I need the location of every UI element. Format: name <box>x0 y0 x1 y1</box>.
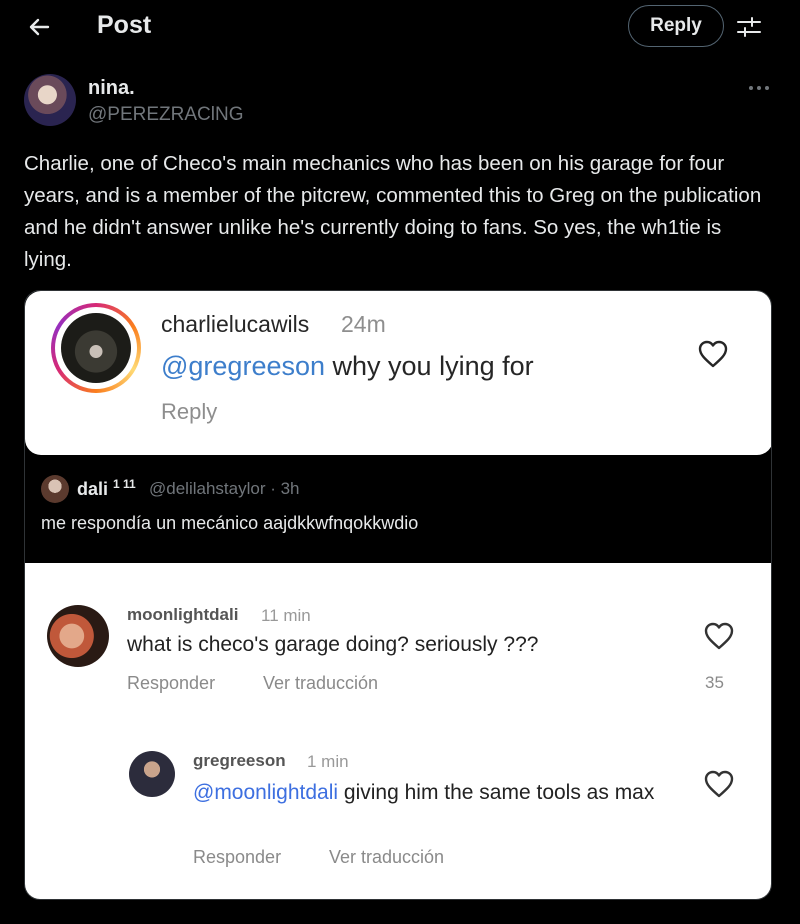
comment-text: @gregreeson why you lying for <box>161 351 534 382</box>
comment-username: charlielucawils <box>161 311 310 337</box>
comment-text: what is checo's garage doing? seriously … <box>127 633 539 656</box>
author-avatar[interactable] <box>24 74 76 126</box>
author-handle[interactable]: @PEREZRAClNG <box>88 104 243 126</box>
like-count: 35 <box>705 673 724 692</box>
story-ring <box>51 303 141 393</box>
reply-translate-link: Ver traducción <box>329 847 445 867</box>
header: Post Reply <box>0 0 800 54</box>
comment-translate-link: Ver traducción <box>263 673 379 693</box>
comment-username: moonlightdali <box>127 605 239 624</box>
avatar <box>61 313 131 383</box>
tweet-text: me respondía un mecánico aajdkkwfnqokkwd… <box>41 513 419 533</box>
heart-icon <box>704 770 734 798</box>
mention: @moonlightdali <box>193 781 339 804</box>
avatar <box>41 475 69 503</box>
more-options-icon[interactable] <box>747 78 771 98</box>
page-title: Post <box>97 11 152 39</box>
comment-time: 11 min <box>261 606 311 625</box>
author-name[interactable]: nina. <box>88 77 135 100</box>
reply-button[interactable]: Reply <box>628 5 724 47</box>
reply-time: 1 min <box>307 752 349 771</box>
post-text: Charlie, one of Checo's main mechanics w… <box>24 152 762 271</box>
comment-reply-link: Responder <box>127 673 216 693</box>
reply-text: @moonlightdali giving him the same tools… <box>193 779 673 807</box>
avatar <box>47 605 109 667</box>
tweet-handle-time: @delilahstaylor · 3h <box>149 479 300 498</box>
comment-body: why you lying for <box>325 351 534 381</box>
reply-username: gregreeson <box>193 751 286 770</box>
heart-icon <box>698 340 728 368</box>
quoted-tweet-screenshot: dali 1 11 @delilahstaylor · 3h me respon… <box>25 457 771 561</box>
mention: @gregreeson <box>161 351 326 381</box>
instagram-comment-screenshot: charlielucawils 24m @gregreeson why you … <box>25 291 771 455</box>
avatar <box>129 751 175 797</box>
post-image[interactable]: charlielucawils 24m @gregreeson why you … <box>24 290 772 900</box>
reply-body: giving him the same tools as max <box>338 781 655 804</box>
heart-icon <box>704 622 734 650</box>
tiktok-comments-screenshot: moonlightdali 11 min what is checo's gar… <box>25 563 771 899</box>
comment-time: 24m <box>341 311 386 337</box>
reply-reply-link: Responder <box>193 847 282 867</box>
tweet-author-name: dali 1 11 <box>77 477 136 499</box>
filter-settings-icon[interactable] <box>736 14 762 40</box>
back-arrow-icon[interactable] <box>24 12 54 42</box>
comment-reply-link: Reply <box>161 399 218 424</box>
